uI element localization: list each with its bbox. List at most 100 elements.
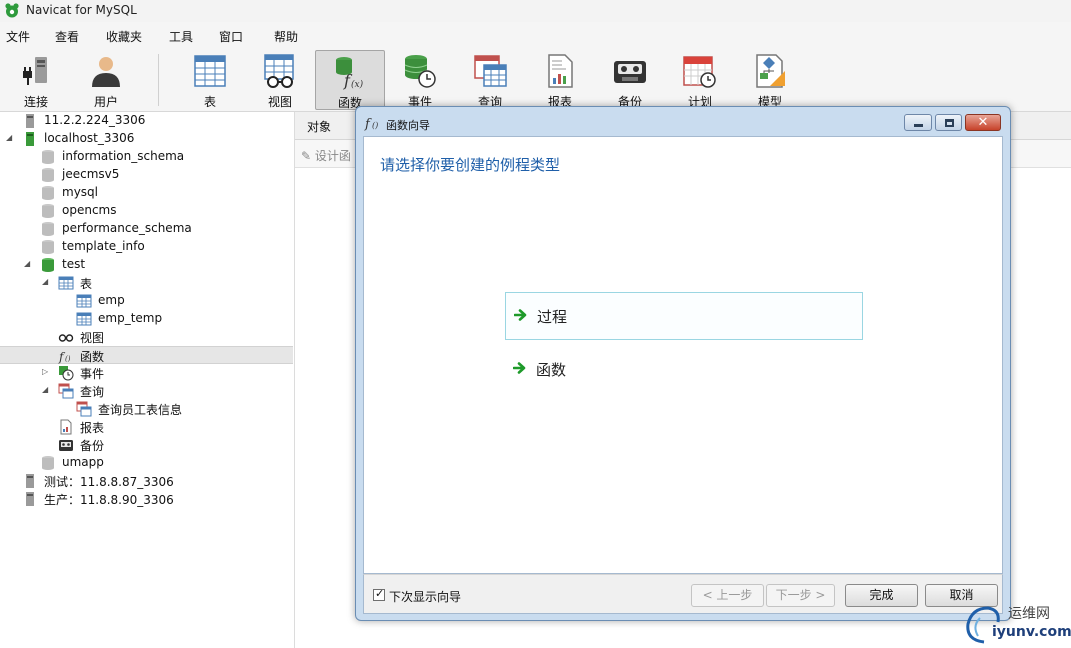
tree-label: localhost_3306 [44, 131, 135, 145]
tree-label: mysql [62, 185, 98, 199]
show-wizard-label[interactable]: 下次显示向导 [389, 588, 461, 605]
connect-label: 连接 [23, 95, 48, 109]
tree-item-reports[interactable]: 报表 [0, 418, 293, 436]
event-button[interactable]: 事件 [385, 50, 455, 110]
collapse-arrow-icon[interactable]: ◢ [6, 133, 16, 143]
menu-tools[interactable]: 工具 [169, 28, 193, 45]
maximize-icon [945, 119, 954, 127]
connect-button[interactable]: 连接 [1, 50, 71, 110]
report-button[interactable]: 报表 [525, 50, 595, 110]
tree-item-umapp[interactable]: umapp [0, 454, 293, 472]
query-table-icon [474, 55, 507, 87]
tree-item-mysql[interactable]: mysql [0, 184, 293, 202]
design-function-button[interactable]: ✎ 设计函 [301, 147, 351, 164]
user-button[interactable]: 用户 [71, 50, 141, 110]
next-button[interactable]: 下一步 > [766, 584, 835, 607]
tree-item-connection-test[interactable]: 测试：11.8.8.87_3306 [0, 472, 293, 490]
database-gray-icon [42, 456, 54, 470]
collapse-arrow-icon[interactable]: ◢ [24, 259, 34, 269]
minimize-button[interactable] [904, 114, 932, 131]
connect-plug-icon [23, 57, 47, 85]
tree-item-views[interactable]: 视图 [0, 328, 293, 346]
collapse-arrow-icon[interactable]: ◢ [42, 385, 52, 395]
close-button[interactable]: ✕ [965, 114, 1001, 131]
tree-item-template-info[interactable]: template_info [0, 238, 293, 256]
tree-item-opencms[interactable]: opencms [0, 202, 293, 220]
wizard-footer: ✓ 下次显示向导 < 上一步 下一步 > 完成 取消 [363, 574, 1003, 614]
tree-label: opencms [62, 203, 117, 217]
tree-item-localhost[interactable]: ◢ localhost_3306 [0, 130, 293, 148]
report-chart-icon [548, 54, 573, 88]
menu-help[interactable]: 帮助 [274, 28, 298, 45]
database-gray-icon [42, 168, 54, 182]
tree-item-test[interactable]: ◢ test [0, 256, 293, 274]
option-procedure[interactable]: 过程 [505, 292, 863, 340]
query-button[interactable]: 查询 [455, 50, 525, 110]
tree-item-connection-prod[interactable]: 生产：11.8.8.90_3306 [0, 490, 293, 508]
tree-item-functions[interactable]: f() 函数 [0, 346, 293, 364]
previous-button[interactable]: < 上一步 [691, 584, 764, 607]
function-fx-icon: f() [58, 350, 71, 364]
site-watermark: 运维网 iyunv.com [964, 600, 1071, 646]
view-glasses-icon [58, 334, 74, 342]
database-gray-icon [42, 204, 54, 218]
server-green-icon [26, 132, 34, 146]
event-clock-icon [404, 55, 436, 88]
arrow-right-icon [513, 362, 526, 374]
menu-view[interactable]: 查看 [55, 28, 79, 45]
tree-label: test [62, 257, 86, 271]
table-label: 表 [203, 95, 216, 109]
tree-item-performance-schema[interactable]: performance_schema [0, 220, 293, 238]
expand-arrow-icon[interactable]: ▷ [42, 367, 52, 377]
tree-item-emp[interactable]: emp [0, 292, 293, 310]
menu-file[interactable]: 文件 [6, 28, 30, 45]
tab-objects[interactable]: 对象 [307, 118, 331, 135]
model-button[interactable]: 模型 [735, 50, 805, 110]
finish-button[interactable]: 完成 [845, 584, 918, 607]
tree-item-tables[interactable]: ◢ 表 [0, 274, 293, 292]
query-table-icon [76, 401, 92, 417]
query-table-icon [58, 383, 74, 399]
design-function-label: 设计函 [314, 149, 351, 163]
dialog-title: 函数向导 [386, 119, 430, 132]
view-glasses-icon [264, 54, 294, 88]
tree-label: emp_temp [98, 311, 163, 325]
watermark-line2: iyunv.com [992, 624, 1071, 640]
tree-item-information-schema[interactable]: information_schema [0, 148, 293, 166]
tree-label: 11.2.2.224_3306 [44, 113, 146, 127]
menu-window[interactable]: 窗口 [219, 28, 243, 45]
tree-label: 查询 [80, 385, 105, 399]
main-toolbar: 连接 用户 表 视图 f (x) 函数 事件 查询 报表 备份 计划 模型 [0, 48, 1071, 112]
tree-label: 事件 [80, 367, 105, 381]
function-button[interactable]: f (x) 函数 [315, 50, 385, 110]
table-button[interactable]: 表 [175, 50, 245, 110]
table-icon [76, 294, 92, 308]
tree-label: 查询员工表信息 [98, 403, 183, 417]
tree-item-backups[interactable]: 备份 [0, 436, 293, 454]
option-function[interactable]: 函数 [505, 346, 863, 394]
show-wizard-checkbox[interactable]: ✓ [373, 587, 385, 601]
menu-favorites[interactable]: 收藏夹 [106, 28, 142, 45]
wizard-heading: 请选择你要创建的例程类型 [380, 156, 561, 174]
model-diagram-icon [756, 54, 785, 88]
tree-item-connection-11-2-2-224[interactable]: 11.2.2.224_3306 [0, 112, 293, 130]
database-green-icon [42, 258, 54, 272]
schedule-button[interactable]: 计划 [665, 50, 735, 110]
svg-text:f: f [364, 117, 372, 131]
tree-item-emp-temp[interactable]: emp_temp [0, 310, 293, 328]
collapse-arrow-icon[interactable]: ◢ [42, 277, 52, 287]
view-button[interactable]: 视图 [245, 50, 315, 110]
maximize-button[interactable] [935, 114, 962, 131]
tree-item-jeecmsv5[interactable]: jeecmsv5 [0, 166, 293, 184]
tree-label: performance_schema [62, 221, 192, 235]
tree-item-events[interactable]: ▷ 事件 [0, 364, 293, 382]
pencil-icon: ✎ [301, 149, 312, 163]
svg-text:(): () [372, 121, 378, 130]
backup-button[interactable]: 备份 [595, 50, 665, 110]
server-gray-icon [26, 492, 34, 506]
backup-tape-icon [59, 440, 73, 451]
user-label: 用户 [93, 95, 118, 109]
tree-item-query-employee-info[interactable]: 查询员工表信息 [0, 400, 293, 418]
tree-item-queries[interactable]: ◢ 查询 [0, 382, 293, 400]
svg-text:(x): (x) [351, 79, 364, 90]
